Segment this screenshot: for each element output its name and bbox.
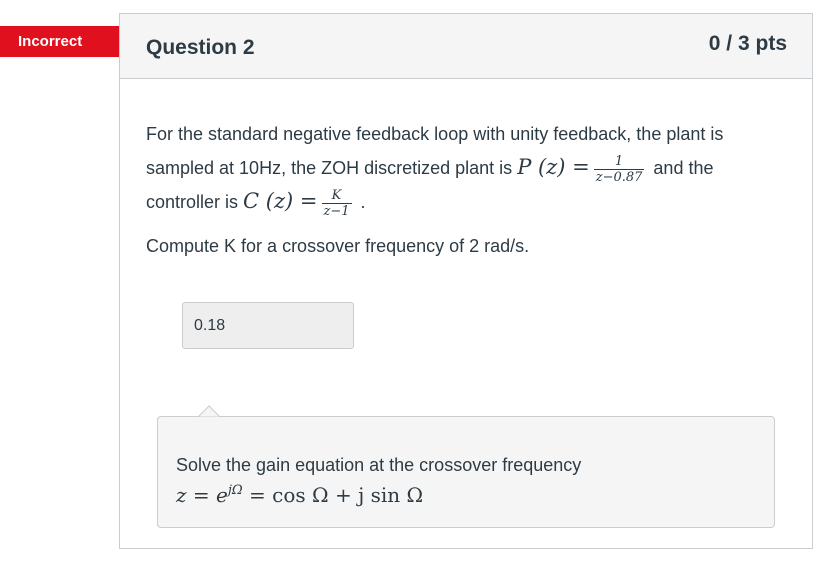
and-the-text: and the xyxy=(653,158,714,178)
question-line-1: For the standard negative feedback loop … xyxy=(146,124,724,144)
question-header: Question 2 0 / 3 pts xyxy=(120,14,812,79)
plant-intro-text: sampled at 10Hz, the ZOH discretized pla… xyxy=(146,158,513,178)
plant-fraction: 1 z−0.87 xyxy=(593,154,645,185)
feedback-equation: z = ejΩ = cos Ω + j sin Ω xyxy=(176,483,423,507)
question-prompt: Compute K for a crossover frequency of 2… xyxy=(146,236,530,256)
question-text: For the standard negative feedback loop … xyxy=(146,118,796,219)
feedback-pointer-arrow xyxy=(198,405,220,427)
status-label: Incorrect xyxy=(18,33,83,50)
feedback-exponent: jΩ xyxy=(227,483,243,498)
question-line-2: sampled at 10Hz, the ZOH discretized pla… xyxy=(146,151,796,185)
incorrect-status-flag: Incorrect xyxy=(0,26,136,57)
question-title: Question 2 xyxy=(146,36,255,59)
controller-denominator: z−1 xyxy=(323,203,350,219)
controller-intro-text: controller is xyxy=(146,192,239,212)
plant-denominator: z−0.87 xyxy=(595,169,643,185)
question-points: 0 / 3 pts xyxy=(708,32,787,55)
plant-equation-lhs: P (z) = xyxy=(517,155,590,179)
answer-input[interactable]: 0.18 xyxy=(182,302,354,349)
controller-numerator: K xyxy=(321,188,352,204)
feedback-equation-lhs: z = e xyxy=(176,483,228,507)
plant-numerator: 1 xyxy=(593,154,645,170)
question-line-3: controller is C (z) = Kz−1 . xyxy=(146,185,796,219)
controller-equation-lhs: C (z) = xyxy=(243,189,318,213)
feedback-equation-rhs: = cos Ω + j sin Ω xyxy=(242,483,424,507)
question-card: Question 2 0 / 3 pts For the standard ne… xyxy=(119,13,813,549)
controller-fraction: Kz−1 xyxy=(321,188,352,219)
feedback-box: Solve the gain equation at the crossover… xyxy=(157,405,775,528)
feedback-text: Solve the gain equation at the crossover… xyxy=(176,455,582,475)
controller-period: . xyxy=(360,192,366,212)
